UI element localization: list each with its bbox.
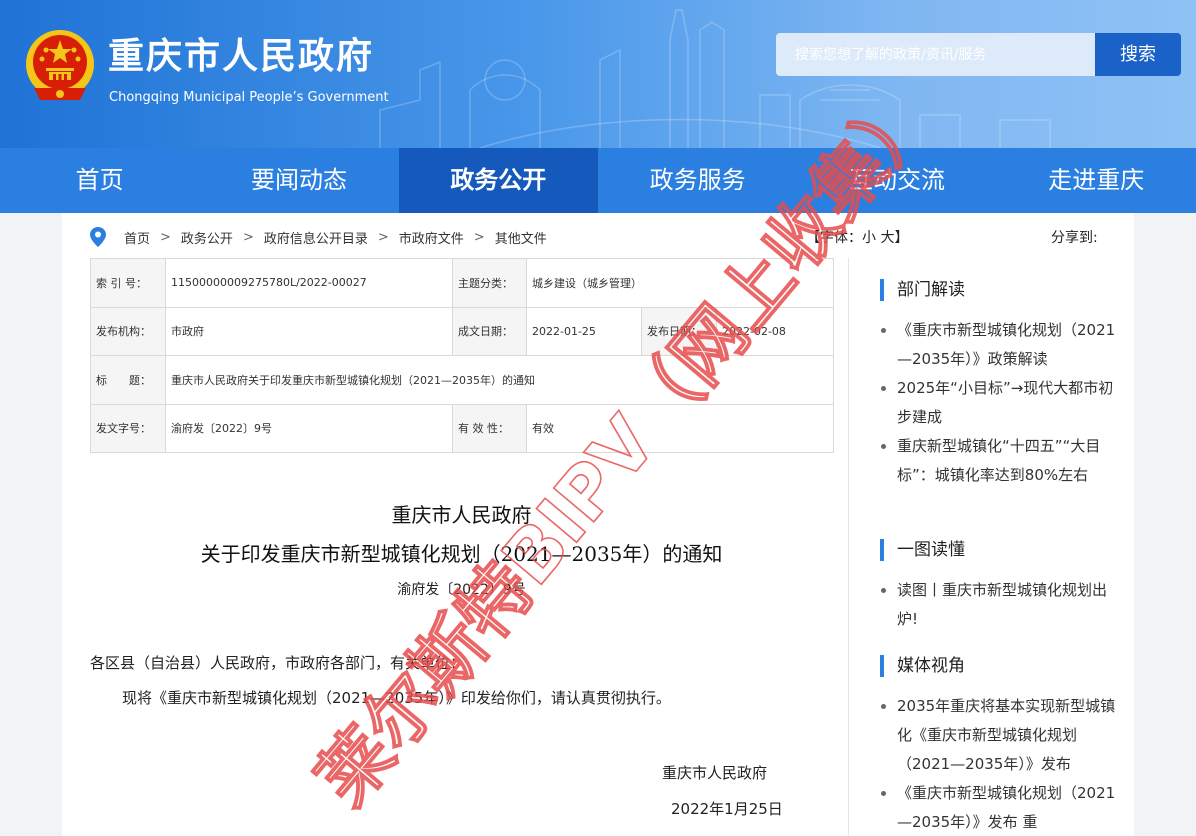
- bullet-dot-icon: [881, 704, 886, 709]
- sidebar-heading-media-perspective: 媒体视角: [880, 655, 965, 677]
- sidebar-link[interactable]: 2025年“小目标”→现代大都市初步建成: [880, 374, 1120, 432]
- breadcrumb-home[interactable]: 首页: [124, 228, 150, 247]
- bullet-dot-icon: [881, 444, 886, 449]
- document-issuer-heading: 重庆市人民政府: [391, 503, 532, 527]
- sidebar-link-label: 《重庆市新型城镇化规划（2021—2035年）》政策解读: [897, 321, 1116, 368]
- sidebar-link-label: 2025年“小目标”→现代大都市初步建成: [897, 379, 1114, 426]
- bullet-dot-icon: [881, 588, 886, 593]
- nav-item-about-chongqing[interactable]: 走进重庆: [997, 148, 1196, 213]
- sidebar-divider: [848, 258, 849, 836]
- validity-value: 有效: [525, 403, 835, 453]
- published-date-label: 发布日期：: [641, 306, 717, 356]
- index-number-value: 11500000009275780L/2022-00027: [165, 258, 453, 308]
- category-value: 城乡建设（城乡管理）: [525, 258, 835, 308]
- sidebar-link-label: 2035年重庆将基本实现新型城镇化《重庆市新型城镇化规划（2021—2035年）…: [897, 697, 1116, 773]
- breadcrumb-separator: >: [473, 229, 485, 245]
- site-subtitle: Chongqing Municipal People’s Government: [109, 90, 389, 105]
- published-date-value: 2022-02-08: [715, 306, 835, 356]
- issuer-value: 市政府: [165, 306, 453, 356]
- title-value: 重庆市人民政府关于印发重庆市新型城镇化规划（2021—2035年）的通知: [164, 355, 835, 405]
- breadcrumb-info-catalog[interactable]: 政府信息公开目录: [264, 228, 368, 247]
- site-header: 重庆市人民政府 Chongqing Municipal People’s Gov…: [0, 0, 1196, 148]
- document-signer: 重庆市人民政府: [662, 764, 768, 782]
- validity-label: 有 效 性：: [452, 403, 527, 453]
- document-info-table: 索 引 号： 11500000009275780L/2022-00027 主题分…: [90, 258, 835, 453]
- table-row: 标 题： 重庆市人民政府关于印发重庆市新型城镇化规划（2021—2035年）的通…: [90, 355, 835, 405]
- issuer-label: 发布机构：: [90, 306, 166, 356]
- search-button[interactable]: 搜索: [1095, 33, 1181, 76]
- bullet-dot-icon: [881, 328, 886, 333]
- category-label: 主题分类：: [452, 258, 527, 308]
- location-pin-icon: [90, 227, 106, 247]
- table-row: 发文字号： 渝府发〔2022〕9号 有 效 性： 有效: [90, 403, 835, 453]
- font-size-small-button[interactable]: 小: [862, 230, 876, 246]
- page: 重庆市人民政府 Chongqing Municipal People’s Gov…: [0, 0, 1196, 836]
- breadcrumb: 首页 > 政务公开 > 政府信息公开目录 > 市政府文件 > 其他文件: [90, 227, 547, 247]
- document-number: 渝府发〔2022〕9号: [397, 582, 526, 598]
- breadcrumb-separator: >: [160, 229, 171, 245]
- index-number-label: 索 引 号：: [90, 258, 166, 308]
- sidebar-link[interactable]: 重庆新型城镇化“十四五”“大目标”：城镇化率达到80%左右: [880, 432, 1120, 490]
- document-date: 2022年1月25日: [671, 800, 783, 818]
- font-size-large-button[interactable]: 大: [880, 230, 894, 246]
- share-label: 分享到:: [1051, 230, 1098, 246]
- document-salutation: 各区县（自治县）人民政府，市政府各部门，有关单位：: [90, 654, 466, 672]
- document-title: 关于印发重庆市新型城镇化规划（2021—2035年）的通知: [200, 542, 723, 566]
- title-label: 标 题：: [90, 355, 166, 405]
- sidebar-link-label: 读图丨重庆市新型城镇化规划出炉!: [897, 581, 1108, 628]
- search-input[interactable]: [776, 33, 1095, 76]
- created-date-value: 2022-01-25: [526, 306, 642, 356]
- sidebar-link[interactable]: 《重庆市新型城镇化规划（2021—2035年）》发布 重: [880, 779, 1120, 836]
- document-number-value: 渝府发〔2022〕9号: [165, 403, 453, 453]
- created-date-label: 成文日期：: [452, 306, 527, 356]
- font-size-control: 【字体：小 大】: [806, 227, 908, 247]
- breadcrumb-separator: >: [377, 229, 389, 245]
- document-number-label: 发文字号：: [90, 403, 166, 453]
- main-nav: 首页 要闻动态 政务公开 政务服务 互动交流 走进重庆: [0, 148, 1196, 213]
- breadcrumb-government-affairs[interactable]: 政务公开: [181, 228, 233, 247]
- sidebar-link-label: 《重庆市新型城镇化规划（2021—2035年）》发布 重: [897, 784, 1116, 831]
- sidebar-heading-infographic: 一图读懂: [880, 539, 965, 561]
- nav-item-home[interactable]: 首页: [0, 148, 199, 213]
- breadcrumb-other-documents[interactable]: 其他文件: [495, 228, 547, 247]
- document-body: 现将《重庆市新型城镇化规划（2021—2035年）》印发给你们，请认真贯彻执行。: [122, 689, 671, 707]
- sidebar-link[interactable]: 读图丨重庆市新型城镇化规划出炉!: [880, 576, 1120, 634]
- bullet-dot-icon: [881, 386, 886, 391]
- breadcrumb-municipal-documents[interactable]: 市政府文件: [399, 228, 464, 247]
- sidebar-link-label: 重庆新型城镇化“十四五”“大目标”：城镇化率达到80%左右: [897, 437, 1101, 484]
- nav-item-government-affairs[interactable]: 政务公开: [398, 148, 598, 213]
- sidebar-link[interactable]: 《重庆市新型城镇化规划（2021—2035年）》政策解读: [880, 316, 1120, 374]
- bullet-dot-icon: [881, 791, 886, 796]
- font-size-prefix: 【字体：: [806, 230, 862, 246]
- national-emblem-icon: [26, 30, 94, 100]
- nav-item-services[interactable]: 政务服务: [598, 148, 797, 213]
- breadcrumb-separator: >: [242, 229, 254, 245]
- table-row: 发布机构： 市政府 成文日期： 2022-01-25 发布日期： 2022-02…: [90, 306, 835, 356]
- sidebar-heading-department-interpretation: 部门解读: [880, 279, 965, 301]
- font-size-suffix: 】: [894, 230, 909, 246]
- nav-item-interaction[interactable]: 互动交流: [797, 148, 996, 213]
- nav-item-news[interactable]: 要闻动态: [199, 148, 398, 213]
- table-row: 索 引 号： 11500000009275780L/2022-00027 主题分…: [90, 258, 835, 308]
- sidebar-link[interactable]: 2035年重庆将基本实现新型城镇化《重庆市新型城镇化规划（2021—2035年）…: [880, 692, 1120, 779]
- site-title: 重庆市人民政府: [108, 36, 375, 77]
